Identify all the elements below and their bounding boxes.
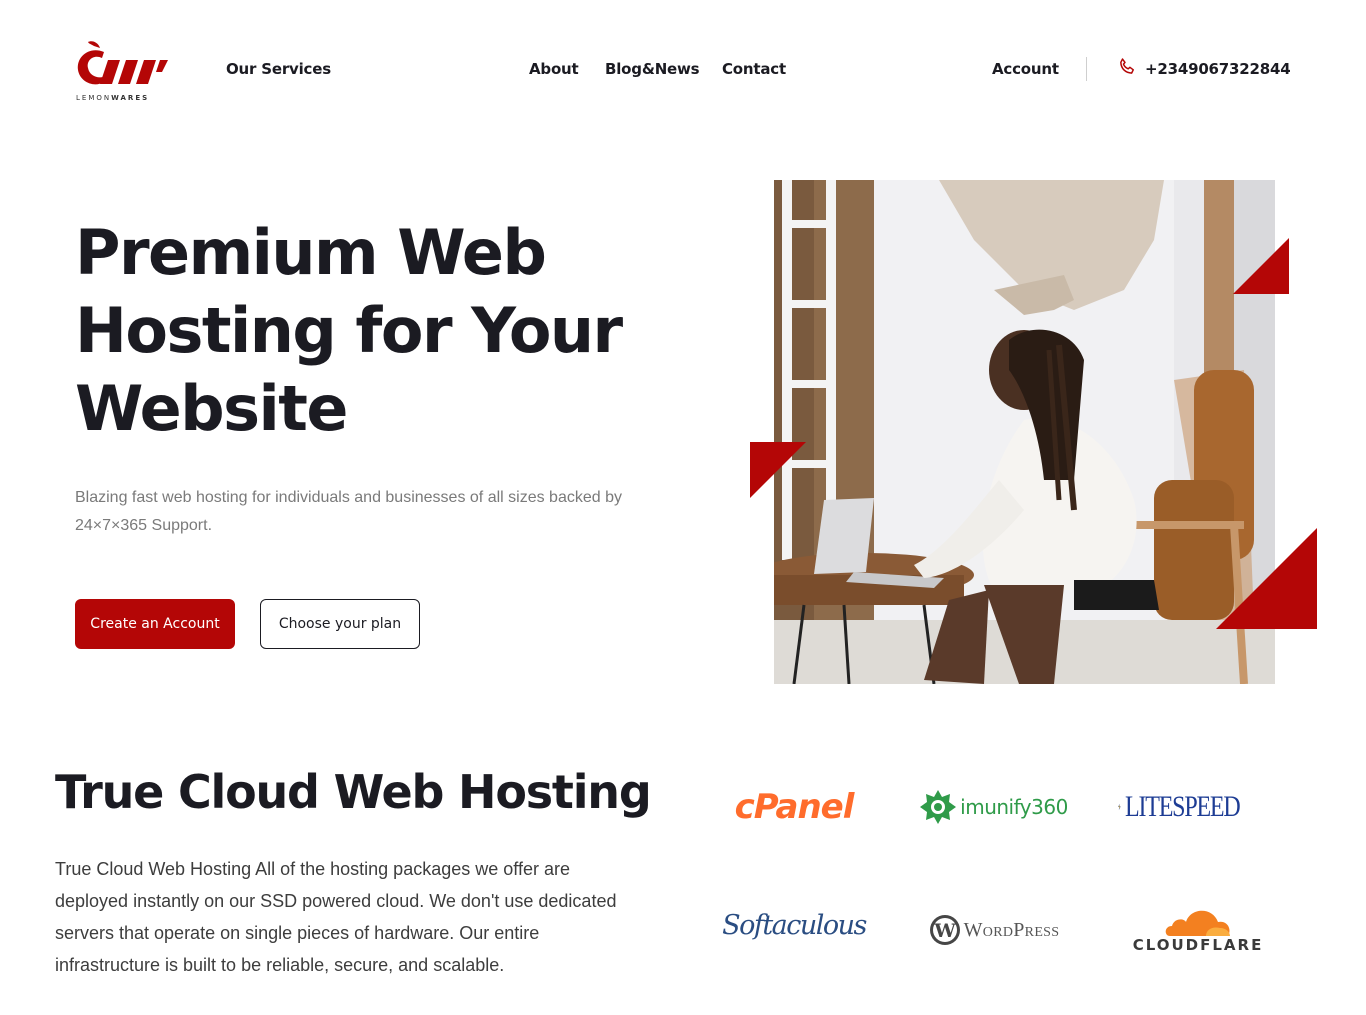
hero-subtitle: Blazing fast web hosting for individuals… bbox=[75, 489, 622, 534]
softaculous-logo: Softaculous bbox=[722, 909, 867, 941]
phone-icon bbox=[1117, 57, 1137, 77]
imunify-star-icon bbox=[920, 790, 957, 824]
cpanel-logo: cPanel bbox=[734, 787, 855, 827]
litespeed-bolt-icon bbox=[1118, 803, 1121, 811]
litespeed-logo: LITESPEED bbox=[1118, 774, 1268, 840]
nav-blog-news[interactable]: Blog&News bbox=[605, 60, 700, 78]
accent-triangle-top-right bbox=[1233, 238, 1289, 294]
phone-number-link[interactable]: +2349067322844 bbox=[1145, 60, 1291, 78]
cloudflare-cloud-icon bbox=[1165, 910, 1230, 936]
wordpress-icon: W bbox=[929, 915, 960, 945]
hero-title: Premium Web Hosting for Your Website bbox=[75, 216, 623, 445]
woman-at-laptop-illustration bbox=[774, 180, 1275, 684]
nav-contact[interactable]: Contact bbox=[722, 60, 786, 78]
hero-image bbox=[774, 180, 1275, 684]
logo-wordmark: LEMONWARES bbox=[76, 94, 150, 102]
nav-about[interactable]: About bbox=[529, 60, 579, 78]
svg-text:W: W bbox=[933, 920, 956, 942]
choose-plan-button[interactable]: Choose your plan bbox=[260, 599, 420, 649]
accent-triangle-bottom-right bbox=[1216, 528, 1317, 629]
section-title: True Cloud Web Hosting bbox=[55, 765, 652, 819]
accent-triangle-left bbox=[750, 442, 806, 498]
wordpress-logo: W WordPress bbox=[914, 908, 1074, 952]
nav-account[interactable]: Account bbox=[992, 60, 1059, 78]
lemonwares-logo[interactable]: LEMONWARES bbox=[74, 38, 170, 102]
nav-divider bbox=[1086, 57, 1087, 81]
cloudflare-logo: CLOUDFLARE bbox=[1118, 898, 1278, 960]
create-account-button[interactable]: Create an Account bbox=[75, 599, 235, 649]
nav-our-services[interactable]: Our Services bbox=[226, 60, 331, 78]
imunify360-logo: imunify360 bbox=[914, 782, 1074, 832]
logo-mark-icon bbox=[77, 41, 168, 85]
section-body: True Cloud Web Hosting All of the hostin… bbox=[55, 859, 617, 975]
